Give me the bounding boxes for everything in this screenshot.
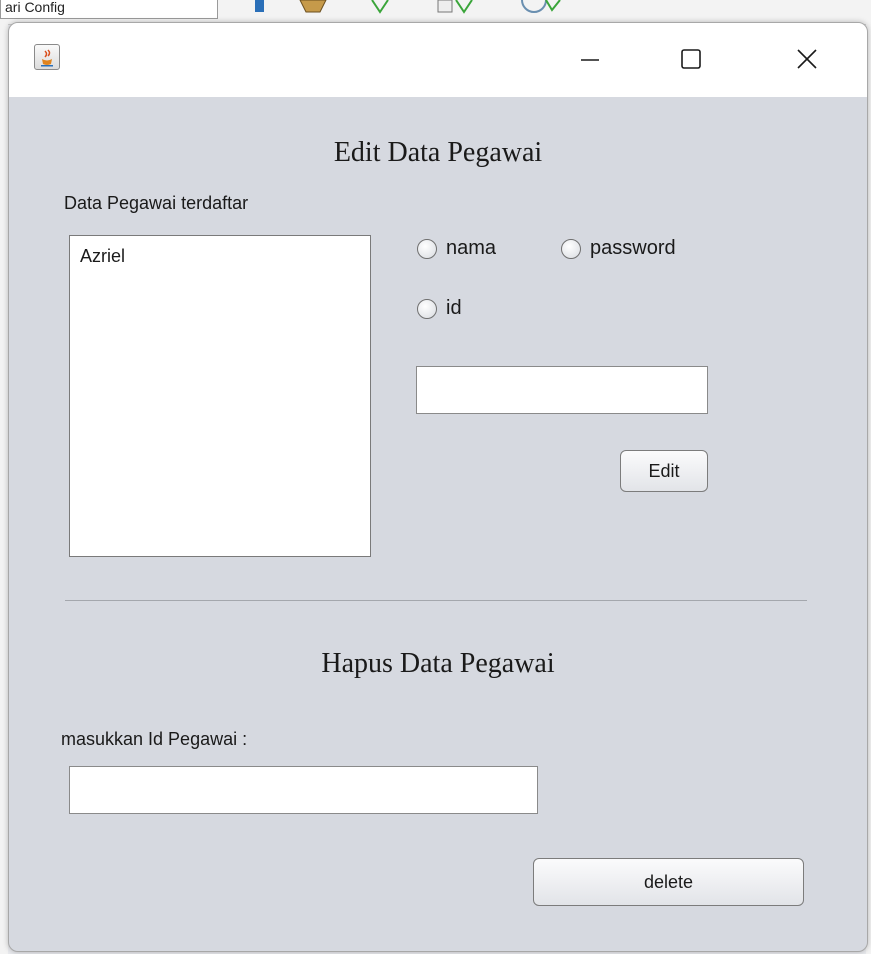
- edit-pegawai-window: Edit Data Pegawai Data Pegawai terdaftar…: [8, 22, 868, 952]
- java-cup-icon: [34, 44, 60, 70]
- edit-value-input[interactable]: [416, 366, 708, 414]
- toolbar-icon: [255, 0, 264, 12]
- pegawai-list[interactable]: Azriel: [69, 235, 371, 557]
- background-config-field: ari Config: [0, 0, 218, 19]
- section-divider: [65, 600, 807, 601]
- radio-circle-icon[interactable]: [417, 298, 437, 319]
- edit-section-title: Edit Data Pegawai: [333, 137, 543, 168]
- toolbar-icon: [299, 0, 327, 13]
- list-item[interactable]: Azriel: [80, 246, 125, 267]
- play-icon: [371, 0, 389, 14]
- delete-button[interactable]: delete: [533, 858, 804, 906]
- maximize-icon: [681, 49, 701, 69]
- delete-section-title: Hapus Data Pegawai: [321, 648, 555, 679]
- radio-circle-icon[interactable]: [561, 238, 581, 259]
- close-button[interactable]: [782, 37, 832, 81]
- registered-list-label: Data Pegawai terdaftar: [64, 193, 249, 213]
- radio-id-label: id: [446, 297, 462, 319]
- minimize-button[interactable]: [565, 37, 615, 81]
- toolbar-icon: [521, 0, 561, 13]
- radio-circle-icon[interactable]: [417, 238, 437, 259]
- edit-button[interactable]: Edit: [620, 450, 708, 492]
- radio-id[interactable]: id: [417, 297, 462, 320]
- background-left-edge: [0, 24, 8, 954]
- radio-nama-label: nama: [446, 237, 497, 259]
- toolbar-icon: [437, 0, 473, 14]
- close-icon: [797, 49, 817, 69]
- radio-password[interactable]: password: [561, 237, 676, 260]
- maximize-button[interactable]: [666, 37, 716, 81]
- radio-nama[interactable]: nama: [417, 237, 496, 260]
- radio-password-label: password: [590, 237, 676, 259]
- id-pegawai-label: masukkan Id Pegawai :: [61, 729, 248, 749]
- title-bar[interactable]: [9, 23, 867, 97]
- id-pegawai-input[interactable]: [69, 766, 538, 814]
- minimize-icon: [581, 59, 599, 61]
